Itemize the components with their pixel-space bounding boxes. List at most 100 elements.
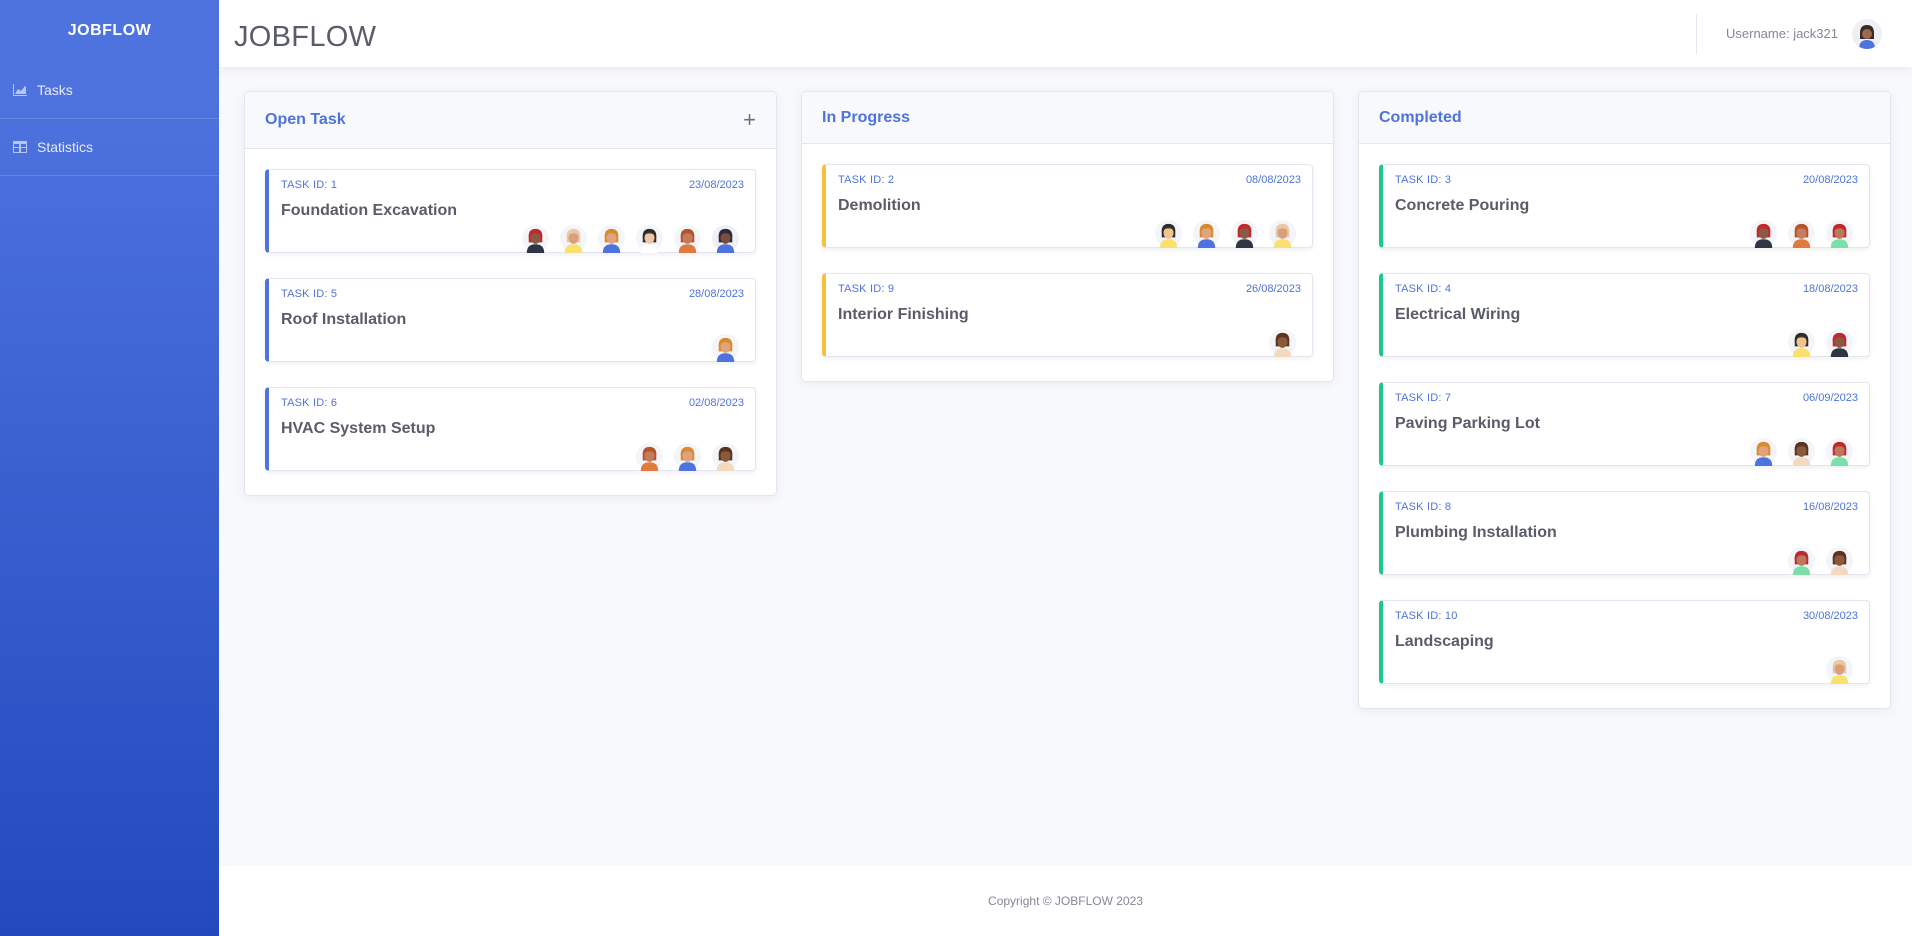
column-title: Open Task (265, 111, 346, 128)
task-id: TASK ID: 4 (1395, 283, 1452, 295)
column-header: In Progress (802, 92, 1333, 144)
task-name: Foundation Excavation (281, 202, 458, 219)
avatar[interactable] (1268, 328, 1297, 357)
avatar[interactable] (1787, 328, 1816, 357)
task-date: 16/08/2023 (1802, 501, 1858, 513)
user-avatar[interactable] (1852, 18, 1882, 49)
avatar[interactable] (1825, 328, 1854, 357)
avatar[interactable] (635, 224, 664, 253)
add-task-button[interactable]: + (743, 109, 756, 131)
avatar[interactable] (1268, 219, 1297, 248)
avatar[interactable] (673, 442, 702, 471)
column-title: Completed (1379, 108, 1462, 126)
task-card[interactable]: TASK ID: 5 28/08/2023 Roof Installation (265, 278, 756, 362)
task-id: TASK ID: 1 (281, 179, 338, 191)
assignee-avatars (1268, 328, 1297, 357)
task-card[interactable]: TASK ID: 1 23/08/2023 Foundation Excavatio… (265, 169, 756, 253)
avatar[interactable] (521, 224, 550, 253)
task-date: 28/08/2023 (688, 288, 744, 300)
assignee-avatars (1787, 328, 1854, 357)
task-id: TASK ID: 6 (281, 397, 338, 409)
sidebar: JOBFLOW Tasks Statistics (0, 0, 219, 936)
task-date: 20/08/2023 (1802, 174, 1858, 186)
task-id: TASK ID: 7 (1395, 392, 1452, 404)
footer: Copyright © JOBFLOW 2023 (219, 866, 1912, 936)
avatar[interactable] (1787, 219, 1816, 248)
task-name: Electrical Wiring (1395, 306, 1521, 323)
avatar[interactable] (1749, 219, 1778, 248)
task-date: 18/08/2023 (1802, 283, 1858, 295)
column-completed: Completed TASK ID: 3 20/08/2023 Concrete P… (1358, 91, 1891, 709)
task-card[interactable]: TASK ID: 4 18/08/2023 Electrical Wiring (1379, 273, 1870, 357)
task-date: 06/09/2023 (1802, 392, 1858, 404)
table-icon (13, 141, 27, 153)
sidebar-item-statistics[interactable]: Statistics (0, 119, 219, 176)
avatar[interactable] (673, 224, 702, 253)
task-name: Demolition (838, 197, 921, 214)
task-date: 23/08/2023 (688, 179, 744, 191)
page-title: JOBFLOW (234, 21, 377, 53)
avatar[interactable] (1825, 437, 1854, 466)
assignee-avatars (1749, 219, 1854, 248)
task-date: 26/08/2023 (1245, 283, 1301, 295)
avatar[interactable] (1825, 655, 1854, 684)
sidebar-item-label: Statistics (37, 139, 94, 155)
column-title: In Progress (822, 108, 911, 126)
task-name: HVAC System Setup (281, 420, 436, 437)
sidebar-item-label: Tasks (37, 82, 73, 98)
avatar[interactable] (1787, 546, 1816, 575)
assignee-avatars (1825, 655, 1854, 684)
task-list: TASK ID: 1 23/08/2023 Foundation Excavatio… (245, 149, 776, 495)
task-id: TASK ID: 5 (281, 288, 338, 300)
task-name: Roof Installation (281, 311, 407, 328)
task-name: Paving Parking Lot (1395, 415, 1540, 432)
avatar[interactable] (711, 442, 740, 471)
task-card[interactable]: TASK ID: 7 06/09/2023 Paving Parking Lot (1379, 382, 1870, 466)
avatar[interactable] (1825, 546, 1854, 575)
sidebar-item-tasks[interactable]: Tasks (0, 62, 219, 119)
task-date: 30/08/2023 (1802, 610, 1858, 622)
task-card[interactable]: TASK ID: 2 08/08/2023 Demolition (822, 164, 1313, 248)
assignee-avatars (1154, 219, 1297, 248)
assignee-avatars (521, 224, 740, 253)
task-card[interactable]: TASK ID: 6 02/08/2023 HVAC System Setup (265, 387, 756, 471)
assignee-avatars (1749, 437, 1854, 466)
task-name: Landscaping (1395, 633, 1494, 650)
avatar[interactable] (711, 224, 740, 253)
task-id: TASK ID: 9 (838, 283, 895, 295)
avatar[interactable] (597, 224, 626, 253)
task-id: TASK ID: 2 (838, 174, 895, 186)
task-card[interactable]: TASK ID: 10 30/08/2023 Landscaping (1379, 600, 1870, 684)
task-date: 02/08/2023 (688, 397, 744, 409)
avatar[interactable] (1749, 437, 1778, 466)
avatar[interactable] (559, 224, 588, 253)
topbar-divider (1696, 13, 1697, 54)
user-area: Username: jack321 (1696, 0, 1912, 67)
task-card[interactable]: TASK ID: 8 16/08/2023 Plumbing Installatio… (1379, 491, 1870, 575)
avatar[interactable] (1154, 219, 1183, 248)
task-list: TASK ID: 2 08/08/2023 Demolition TASK ID: 9… (802, 144, 1333, 381)
column-header: Open Task + (245, 92, 776, 149)
column-open-task: Open Task + TASK ID: 1 23/08/2023 Foundati… (244, 91, 777, 496)
avatar[interactable] (1787, 437, 1816, 466)
assignee-avatars (711, 333, 740, 362)
avatar[interactable] (711, 333, 740, 362)
task-name: Concrete Pouring (1395, 197, 1530, 214)
brand-logo[interactable]: JOBFLOW (0, 0, 219, 62)
username-label[interactable]: Username: jack321 (1726, 26, 1838, 41)
avatar[interactable] (1825, 219, 1854, 248)
avatar[interactable] (1230, 219, 1259, 248)
task-card[interactable]: TASK ID: 9 26/08/2023 Interior Finishing (822, 273, 1313, 357)
chart-area-icon (13, 84, 27, 96)
assignee-avatars (1787, 546, 1854, 575)
avatar[interactable] (1192, 219, 1221, 248)
task-name: Interior Finishing (838, 306, 969, 323)
task-list: TASK ID: 3 20/08/2023 Concrete Pouring TASK… (1359, 144, 1890, 708)
task-id: TASK ID: 3 (1395, 174, 1452, 186)
copyright-text: Copyright © JOBFLOW 2023 (988, 894, 1143, 908)
task-card[interactable]: TASK ID: 3 20/08/2023 Concrete Pouring (1379, 164, 1870, 248)
avatar[interactable] (635, 442, 664, 471)
task-name: Plumbing Installation (1395, 524, 1557, 541)
topbar: JOBFLOW Username: jack321 (219, 0, 1912, 67)
task-id: TASK ID: 8 (1395, 501, 1452, 513)
